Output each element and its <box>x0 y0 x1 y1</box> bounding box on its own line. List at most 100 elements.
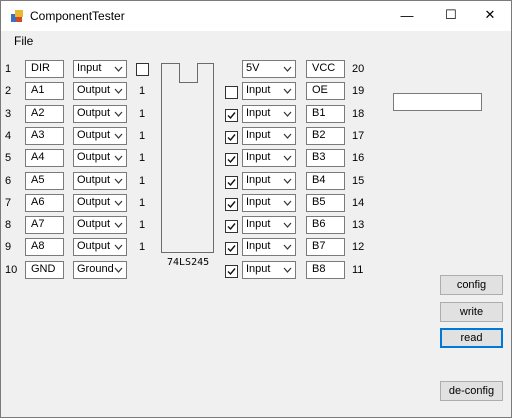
chevron-down-icon <box>114 222 123 228</box>
chevron-down-icon <box>283 200 292 206</box>
title-bar: ComponentTester — ☐ ✕ <box>1 1 511 31</box>
right-pin-mode-select[interactable]: Input <box>242 127 296 145</box>
config-button[interactable]: config <box>440 275 503 295</box>
chevron-down-icon <box>283 155 292 161</box>
right-pin-mode-select[interactable]: Input <box>242 194 296 212</box>
left-pin-mode-value: Output <box>77 129 111 141</box>
left-pin-mode-value: Output <box>77 218 111 230</box>
left-pin-value: 1 <box>139 175 146 187</box>
right-pin-mode-select[interactable]: 5V <box>242 60 296 78</box>
left-pin-mode-value: Output <box>77 84 111 96</box>
right-pin-mode-value: Input <box>246 174 271 186</box>
right-pin-mode-select[interactable]: Input <box>242 149 296 167</box>
right-pin-checkbox[interactable] <box>225 109 238 122</box>
right-pin-name[interactable]: B5 <box>306 194 345 212</box>
left-pin-number: 7 <box>5 197 12 209</box>
left-pin-mode-select[interactable]: Output <box>73 127 127 145</box>
right-pin-checkbox[interactable] <box>225 131 238 144</box>
right-pin-name[interactable]: B8 <box>306 261 345 279</box>
right-pin-checkbox[interactable] <box>225 176 238 189</box>
left-pin-mode-select[interactable]: Output <box>73 105 127 123</box>
right-pin-name[interactable]: VCC <box>306 60 345 78</box>
checkmark-icon <box>227 223 236 231</box>
side-textbox[interactable] <box>393 93 482 111</box>
left-pin-value: 1 <box>139 85 146 97</box>
left-pin-mode-select[interactable]: Output <box>73 194 127 212</box>
right-pin-name[interactable]: B3 <box>306 149 345 167</box>
right-pin-mode-select[interactable]: Input <box>242 172 296 190</box>
de-config-button[interactable]: de-config <box>440 381 503 401</box>
left-pin-mode-value: Ground <box>77 263 114 275</box>
left-pin-mode-select[interactable]: Output <box>73 216 127 234</box>
chevron-down-icon <box>114 155 123 161</box>
right-pin-name[interactable]: B4 <box>306 172 345 190</box>
right-pin-checkbox[interactable] <box>225 86 238 99</box>
dir-checkbox[interactable] <box>136 63 149 76</box>
menu-file[interactable]: File <box>14 34 33 48</box>
right-pin-mode-select[interactable]: Input <box>242 261 296 279</box>
right-pin-number: 14 <box>352 197 365 209</box>
left-pin-number: 9 <box>5 241 12 253</box>
right-pin-number: 20 <box>352 63 365 75</box>
checkmark-icon <box>227 201 236 209</box>
right-pin-mode-select[interactable]: Input <box>242 238 296 256</box>
left-pin-name[interactable]: A2 <box>25 105 64 123</box>
left-pin-mode-select[interactable]: Output <box>73 238 127 256</box>
write-button[interactable]: write <box>440 302 503 322</box>
right-pin-name[interactable]: OE <box>306 82 345 100</box>
left-pin-number: 8 <box>5 219 12 231</box>
right-pin-number: 15 <box>352 175 365 187</box>
left-pin-name[interactable]: A7 <box>25 216 64 234</box>
left-pin-name[interactable]: DIR <box>25 60 64 78</box>
right-pin-name[interactable]: B2 <box>306 127 345 145</box>
right-pin-name[interactable]: B7 <box>306 238 345 256</box>
right-pin-mode-value: Input <box>246 129 271 141</box>
left-pin-number: 1 <box>5 63 12 75</box>
left-pin-name[interactable]: A1 <box>25 82 64 100</box>
left-pin-number: 3 <box>5 108 12 120</box>
right-pin-mode-select[interactable]: Input <box>242 105 296 123</box>
right-pin-number: 11 <box>352 264 364 276</box>
right-pin-mode-value: Input <box>246 196 271 208</box>
right-pin-checkbox[interactable] <box>225 153 238 166</box>
left-pin-mode-select[interactable]: Output <box>73 82 127 100</box>
left-pin-mode-select[interactable]: Output <box>73 172 127 190</box>
right-pin-checkbox[interactable] <box>225 198 238 211</box>
chevron-down-icon <box>114 178 123 184</box>
left-pin-mode-value: Output <box>77 240 111 252</box>
left-pin-name[interactable]: A3 <box>25 127 64 145</box>
right-pin-mode-value: Input <box>246 151 271 163</box>
chip-body <box>161 63 214 253</box>
chevron-down-icon <box>114 244 123 250</box>
chevron-down-icon <box>283 66 292 72</box>
right-pin-checkbox[interactable] <box>225 242 238 255</box>
left-pin-number: 2 <box>5 85 12 97</box>
left-pin-name[interactable]: A8 <box>25 238 64 256</box>
close-button[interactable]: ✕ <box>472 1 508 29</box>
left-pin-mode-select[interactable]: Output <box>73 149 127 167</box>
right-pin-mode-select[interactable]: Input <box>242 216 296 234</box>
right-pin-checkbox[interactable] <box>225 265 238 278</box>
minimize-button[interactable]: — <box>389 1 425 29</box>
maximize-button[interactable]: ☐ <box>433 1 469 29</box>
checkmark-icon <box>227 268 236 276</box>
left-pin-name[interactable]: GND <box>25 261 64 279</box>
checkmark-icon <box>227 112 236 120</box>
checkmark-icon <box>227 156 236 164</box>
right-pin-name[interactable]: B1 <box>306 105 345 123</box>
left-pin-name[interactable]: A5 <box>25 172 64 190</box>
read-button[interactable]: read <box>440 328 503 348</box>
left-pin-number: 6 <box>5 175 12 187</box>
menu-bar: File <box>1 31 511 51</box>
left-pin-name[interactable]: A4 <box>25 149 64 167</box>
checkmark-icon <box>227 134 236 142</box>
left-pin-mode-select[interactable]: Input <box>73 60 127 78</box>
left-pin-mode-value: Output <box>77 107 111 119</box>
right-pin-name[interactable]: B6 <box>306 216 345 234</box>
chevron-down-icon <box>114 133 123 139</box>
left-pin-name[interactable]: A6 <box>25 194 64 212</box>
right-pin-mode-value: 5V <box>246 62 260 74</box>
left-pin-mode-select[interactable]: Ground <box>73 261 127 279</box>
right-pin-checkbox[interactable] <box>225 220 238 233</box>
right-pin-mode-select[interactable]: Input <box>242 82 296 100</box>
